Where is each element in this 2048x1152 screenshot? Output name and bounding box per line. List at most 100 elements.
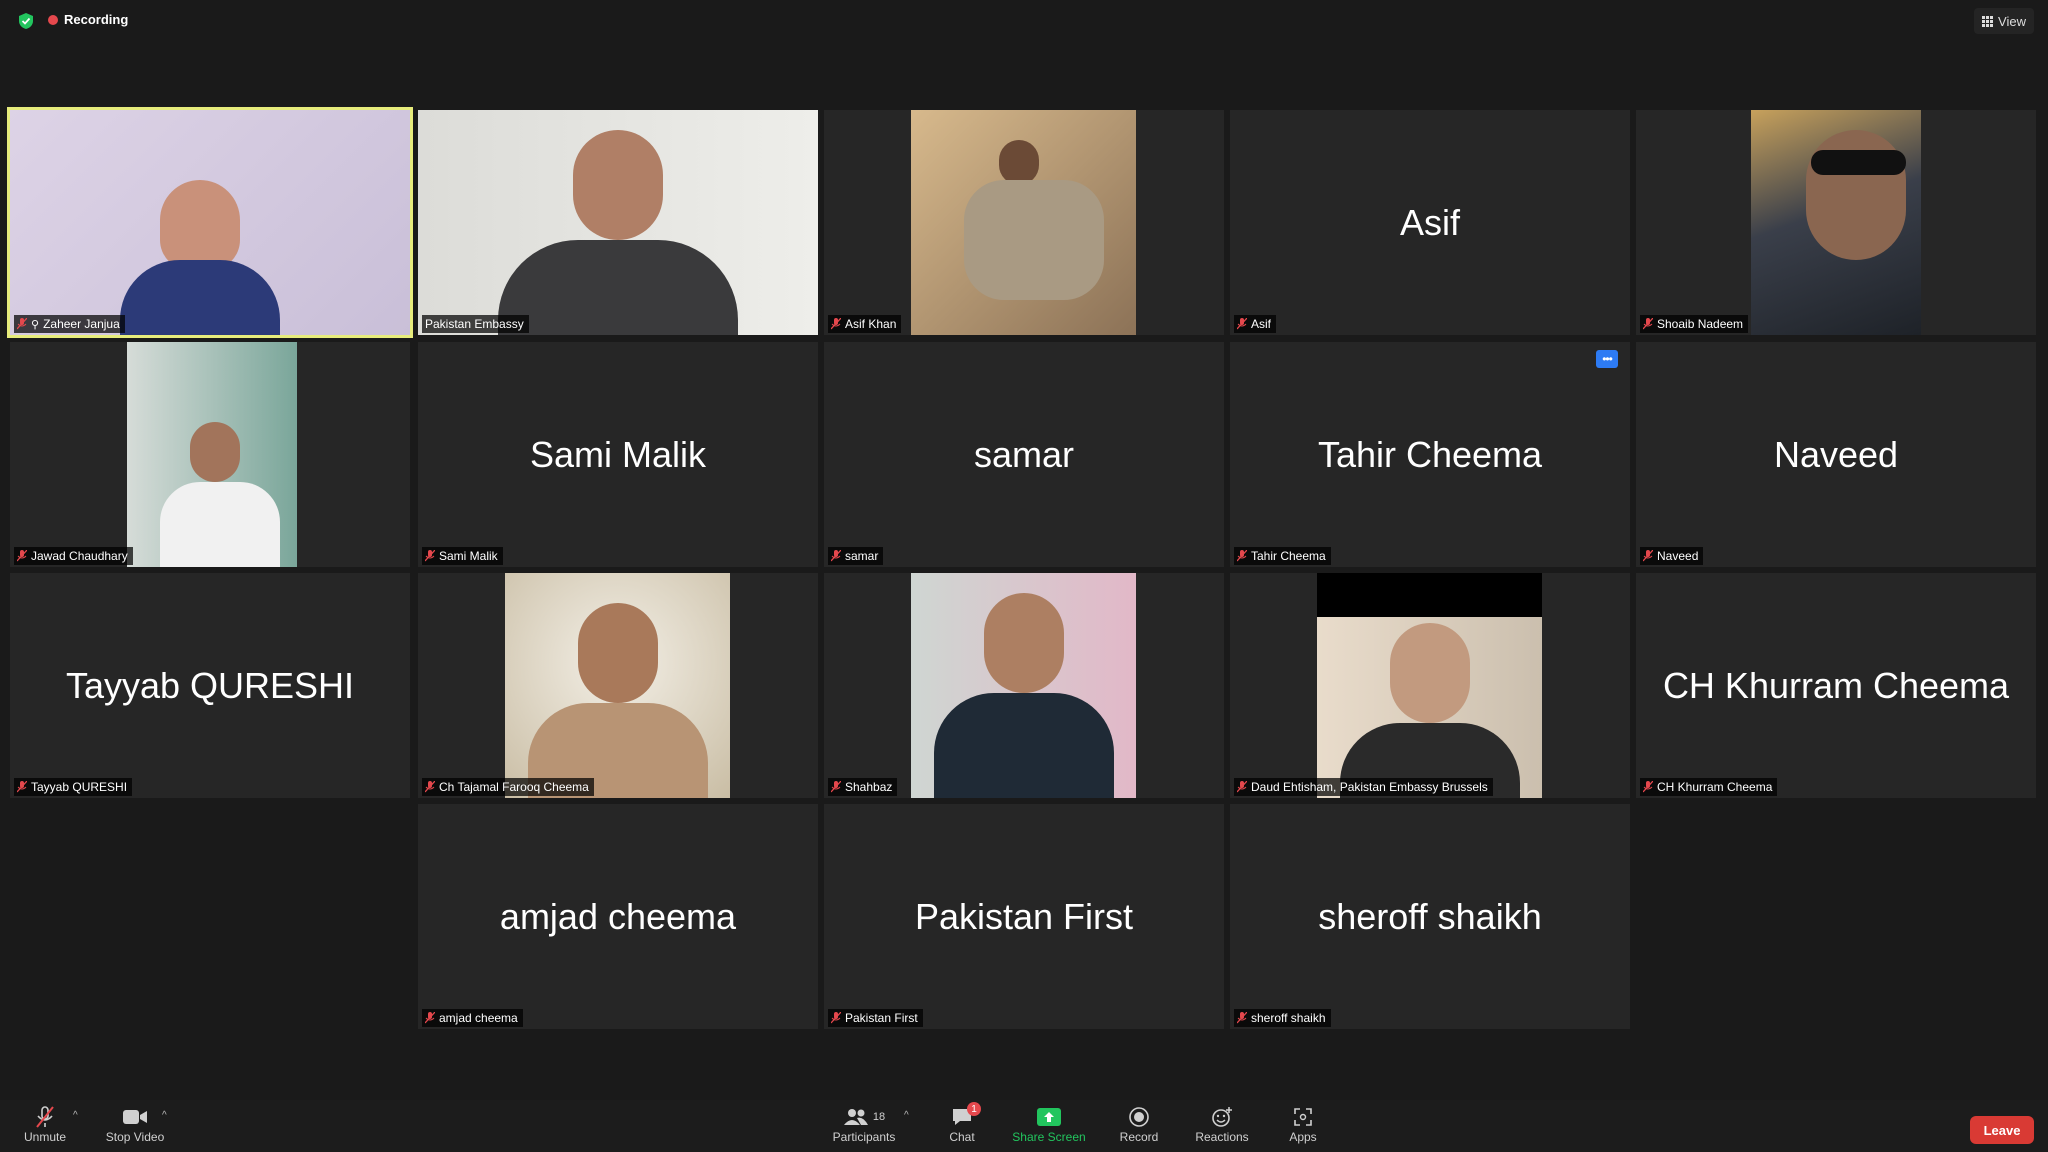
chat-label: Chat	[949, 1130, 975, 1144]
participant-name: Tahir Cheema	[1251, 549, 1326, 563]
participant-body	[498, 240, 738, 335]
record-button[interactable]: Record	[1114, 1104, 1164, 1150]
video-tile-naveed[interactable]: Naveed Naveed	[1636, 342, 2036, 567]
security-shield-icon[interactable]	[18, 12, 34, 30]
mic-muted-icon	[36, 1106, 54, 1128]
participant-name: Daud Ehtisham, Pakistan Embassy Brussels	[1251, 780, 1488, 794]
participant-name: Jawad Chaudhary	[31, 549, 128, 563]
participants-label: Participants	[832, 1130, 896, 1144]
recording-label: Recording	[64, 12, 129, 27]
participant-name: Asif	[1251, 317, 1272, 331]
participant-face	[190, 422, 240, 482]
participant-display-name: sheroff shaikh	[1318, 895, 1542, 937]
leave-label: Leave	[1983, 1122, 2021, 1138]
participant-body	[964, 180, 1104, 300]
unmute-label: Unmute	[23, 1130, 67, 1144]
participants-options-chevron-icon[interactable]: ^	[904, 1110, 909, 1121]
participant-face	[1390, 623, 1470, 723]
video-tile-ch-tajamal-farooq-cheema[interactable]: Ch Tajamal Farooq Cheema	[418, 573, 818, 798]
video-tile-pakistan-embassy[interactable]: Pakistan Embassy	[418, 110, 818, 335]
audio-options-chevron-icon[interactable]: ^	[73, 1110, 78, 1121]
participant-name-label: CH Khurram Cheema	[1640, 778, 1778, 796]
participant-display-name: samar	[973, 433, 1075, 475]
mic-muted-icon	[831, 318, 841, 330]
participant-name: Naveed	[1657, 549, 1699, 563]
mic-muted-icon	[425, 781, 435, 793]
participant-display-name: Naveed	[1773, 433, 1899, 475]
participant-body	[120, 260, 280, 335]
grid-icon	[1982, 15, 1994, 27]
participant-face	[160, 180, 240, 270]
participant-name-label: Sami Malik	[422, 547, 503, 565]
video-tile-shahbaz[interactable]: Shahbaz	[824, 573, 1224, 798]
more-options-icon[interactable]: •••	[1596, 350, 1618, 368]
video-tile-asif[interactable]: Asif Asif	[1230, 110, 1630, 335]
participant-face	[984, 593, 1064, 693]
participant-name: Pakistan Embassy	[425, 317, 524, 331]
reactions-button[interactable]: Reactions	[1190, 1104, 1254, 1150]
sunglasses	[1811, 150, 1906, 175]
participants-count: 18	[872, 1111, 886, 1123]
video-tile-jawad-chaudhary[interactable]: Jawad Chaudhary	[10, 342, 410, 567]
mic-muted-icon	[1643, 781, 1653, 793]
recording-dot-icon	[48, 14, 58, 25]
video-tile-sami-malik[interactable]: Sami Malik Sami Malik	[418, 342, 818, 567]
mic-muted-icon	[1643, 318, 1653, 330]
participant-display-name: Tahir Cheema	[1317, 433, 1543, 475]
video-tile-daud-ehtisham[interactable]: Daud Ehtisham, Pakistan Embassy Brussels	[1230, 573, 1630, 798]
video-tile-zaheer-janjua[interactable]: ⚲ Zaheer Janjua	[7, 107, 413, 338]
participant-name: amjad cheema	[439, 1011, 518, 1025]
mic-muted-icon	[831, 550, 841, 562]
participant-name-label: Shoaib Nadeem	[1640, 315, 1749, 333]
video-tile-shoaib-nadeem[interactable]: Shoaib Nadeem	[1636, 110, 2036, 335]
mic-muted-icon	[1237, 781, 1247, 793]
video-tile-asif-khan[interactable]: Asif Khan	[824, 110, 1224, 335]
mic-muted-icon	[1237, 318, 1247, 330]
participant-face	[578, 603, 658, 703]
chat-button[interactable]: 1 Chat	[937, 1102, 987, 1150]
participant-name-label: Shahbaz	[828, 778, 898, 796]
unmute-button[interactable]: Unmute	[20, 1104, 70, 1150]
participant-name-label: samar	[828, 547, 884, 565]
pin-icon: ⚲	[31, 318, 40, 331]
apps-icon	[1294, 1108, 1312, 1126]
video-tile-sheroff-shaikh[interactable]: sheroff shaikh sheroff shaikh	[1230, 804, 1630, 1029]
record-label: Record	[1119, 1130, 1159, 1144]
video-tile-samar[interactable]: samar samar	[824, 342, 1224, 567]
stop-video-label: Stop Video	[105, 1130, 165, 1144]
participant-name: CH Khurram Cheema	[1657, 780, 1773, 794]
participant-name: Shahbaz	[845, 780, 893, 794]
recording-indicator[interactable]: Recording	[48, 12, 128, 27]
apps-button[interactable]: Apps	[1278, 1104, 1328, 1150]
view-button[interactable]: View	[1974, 8, 2034, 34]
mic-muted-icon	[425, 550, 435, 562]
share-screen-label: Share Screen	[1012, 1130, 1086, 1144]
participant-name: samar	[845, 549, 879, 563]
video-tile-amjad-cheema[interactable]: amjad cheema amjad cheema	[418, 804, 818, 1029]
participant-name-label: Tayyab QURESHI	[14, 778, 133, 796]
video-camera-icon	[123, 1110, 147, 1124]
participant-name-label: ⚲ Zaheer Janjua	[14, 315, 125, 333]
share-screen-button[interactable]: Share Screen	[1010, 1104, 1088, 1150]
video-tile-tahir-cheema[interactable]: Tahir Cheema ••• Tahir Cheema	[1230, 342, 1630, 567]
meeting-toolbar: Unmute ^ Stop Video ^ 18 Participants ^ …	[0, 1100, 2048, 1152]
mic-muted-icon	[17, 781, 27, 793]
mic-muted-icon	[17, 318, 27, 330]
mic-muted-icon	[17, 550, 27, 562]
video-tile-ch-khurram-cheema[interactable]: CH Khurram Cheema CH Khurram Cheema	[1636, 573, 2036, 798]
video-options-chevron-icon[interactable]: ^	[162, 1110, 167, 1121]
leave-button[interactable]: Leave	[1970, 1116, 2034, 1144]
participants-button[interactable]: 18 Participants	[826, 1104, 902, 1150]
stop-video-button[interactable]: Stop Video	[100, 1104, 170, 1150]
video-tile-tayyab-qureshi[interactable]: Tayyab QURESHI Tayyab QURESHI	[10, 573, 410, 798]
participant-face	[999, 140, 1039, 185]
video-tile-pakistan-first[interactable]: Pakistan First Pakistan First	[824, 804, 1224, 1029]
participant-name-label: Pakistan First	[828, 1009, 923, 1027]
mic-muted-icon	[425, 1012, 435, 1024]
record-icon	[1129, 1107, 1149, 1127]
apps-label: Apps	[1289, 1130, 1317, 1144]
participant-name-label: Naveed	[1640, 547, 1704, 565]
participant-name: Asif Khan	[845, 317, 897, 331]
mic-muted-icon	[831, 781, 841, 793]
participant-name-label: sheroff shaikh	[1234, 1009, 1331, 1027]
